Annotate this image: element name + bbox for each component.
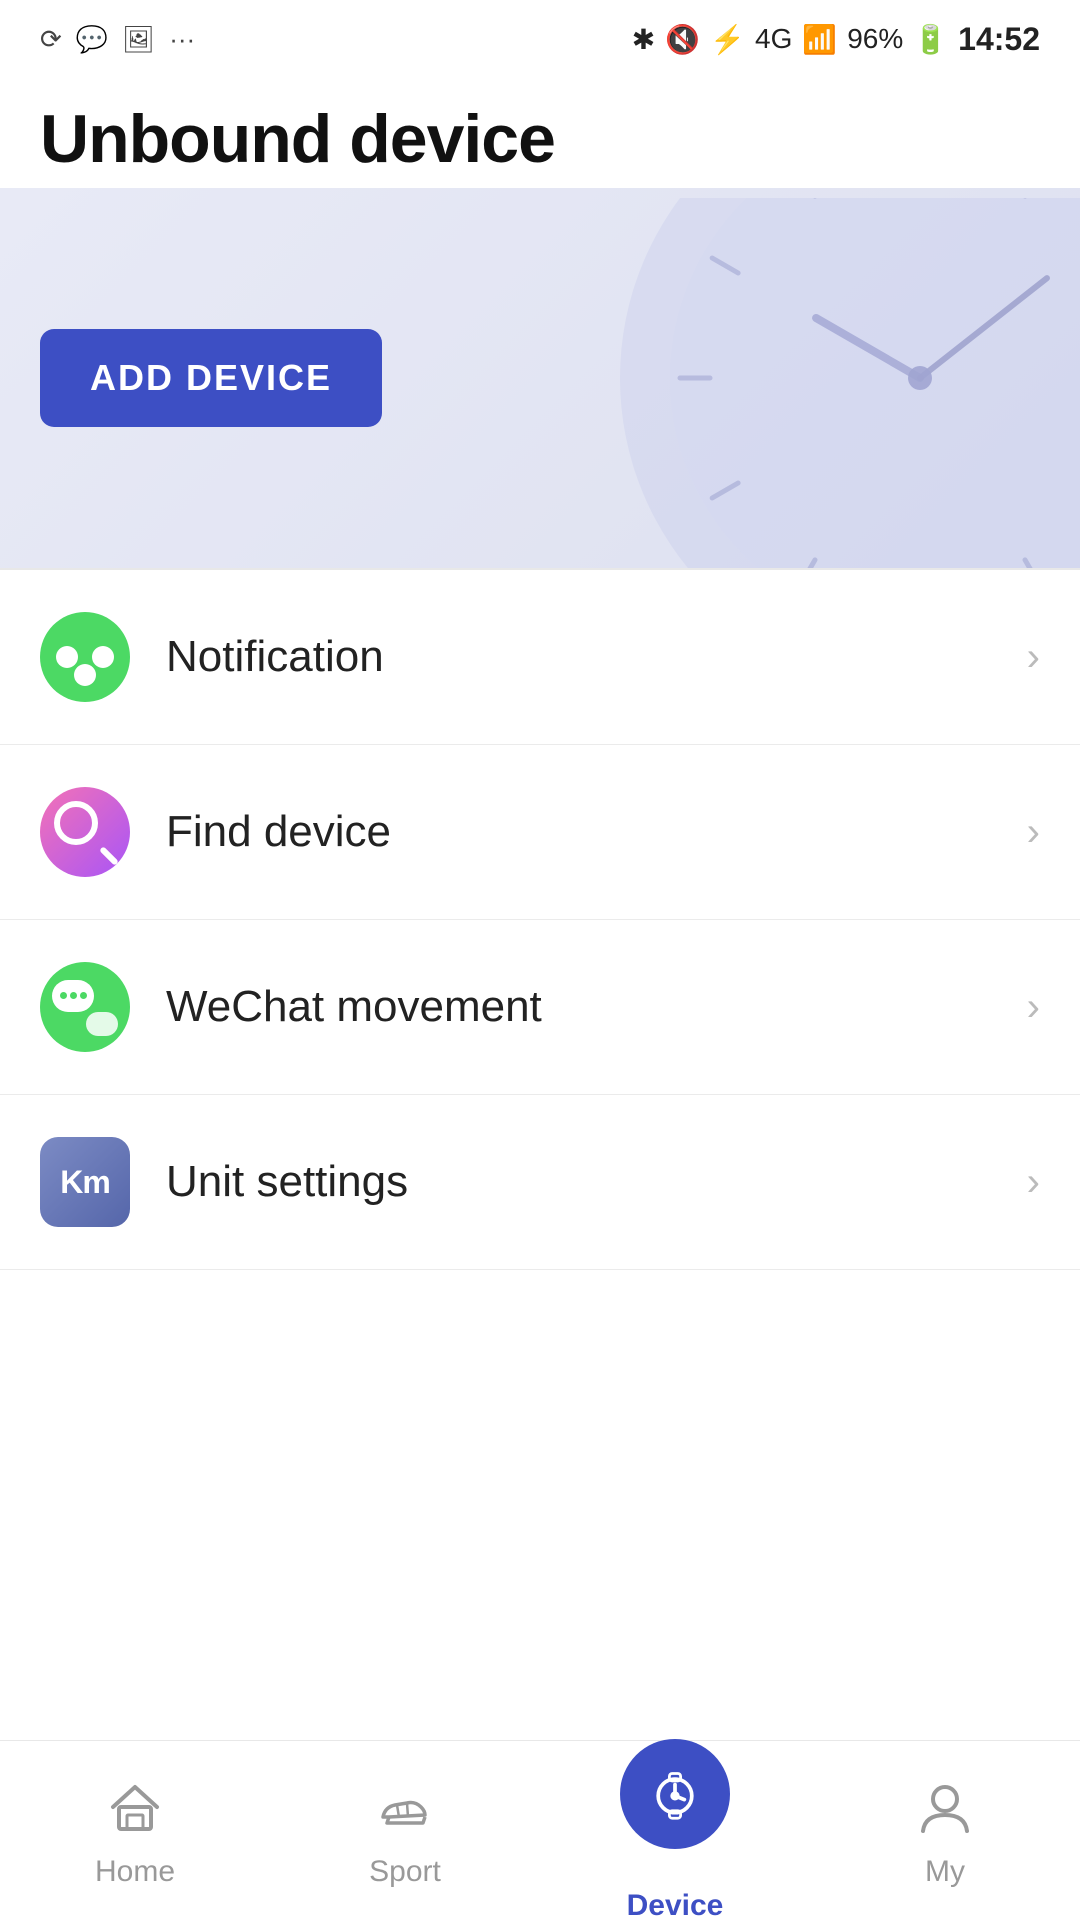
home-nav-label: Home (95, 1855, 175, 1889)
hero-area: ADD DEVICE (0, 188, 1080, 568)
add-device-button[interactable]: ADD DEVICE (40, 329, 382, 427)
status-bar-left: ⟳ 💬 🖼 ··· (40, 24, 195, 55)
battery-label: 96% (847, 23, 903, 55)
page-header: Unbound device (0, 70, 1080, 188)
clock-illustration (440, 198, 1080, 568)
find-device-icon (40, 787, 130, 877)
menu-list: Notification › Find device › WeChat mo (0, 570, 1080, 1270)
device-nav-btn (620, 1739, 730, 1849)
menu-item-unit-settings[interactable]: Km Unit settings › (0, 1095, 1080, 1270)
menu-item-wechat[interactable]: WeChat movement › (0, 920, 1080, 1095)
sync-icon: ⟳ (40, 24, 62, 55)
nav-item-sport[interactable]: Sport (270, 1773, 540, 1889)
nav-item-device[interactable]: Device (540, 1739, 810, 1923)
battery-icon: 🔋 (913, 23, 948, 56)
bluetooth-icon: ✱ (632, 23, 655, 56)
bottom-nav: Home Sport Devic (0, 1740, 1080, 1920)
wechat-icon (40, 962, 130, 1052)
status-bar: ⟳ 💬 🖼 ··· ✱ 🔇 ⚡ 4G 📶 96% 🔋 14:52 (0, 0, 1080, 70)
my-nav-label: My (925, 1855, 965, 1889)
wechat-chevron: › (1027, 985, 1040, 1030)
more-icon: ··· (169, 24, 195, 55)
find-device-chevron: › (1027, 810, 1040, 855)
notification-chevron: › (1027, 635, 1040, 680)
unit-settings-chevron: › (1027, 1160, 1040, 1205)
mute-icon: 🔇 (665, 23, 700, 56)
find-device-label: Find device (166, 807, 1027, 857)
time-display: 14:52 (958, 21, 1040, 58)
nav-item-home[interactable]: Home (0, 1773, 270, 1889)
unit-settings-label: Unit settings (166, 1157, 1027, 1207)
nav-item-my[interactable]: My (810, 1773, 1080, 1889)
page-title: Unbound device (40, 100, 1040, 178)
chat-icon: 💬 (76, 24, 108, 55)
sport-nav-label: Sport (369, 1855, 441, 1889)
status-bar-right: ✱ 🔇 ⚡ 4G 📶 96% 🔋 14:52 (632, 21, 1040, 58)
notification-label: Notification (166, 632, 1027, 682)
signal-icon: 📶 (802, 23, 837, 56)
unit-settings-icon: Km (40, 1137, 130, 1227)
home-nav-icon (99, 1773, 171, 1845)
sport-nav-icon (369, 1773, 441, 1845)
menu-item-find-device[interactable]: Find device › (0, 745, 1080, 920)
network-label: 4G (755, 23, 792, 55)
wechat-label: WeChat movement (166, 982, 1027, 1032)
wifi-icon: ⚡ (710, 23, 745, 56)
menu-item-notification[interactable]: Notification › (0, 570, 1080, 745)
device-nav-label: Device (627, 1889, 724, 1923)
notification-icon (40, 612, 130, 702)
my-nav-icon (909, 1773, 981, 1845)
image-icon: 🖼 (122, 24, 155, 55)
